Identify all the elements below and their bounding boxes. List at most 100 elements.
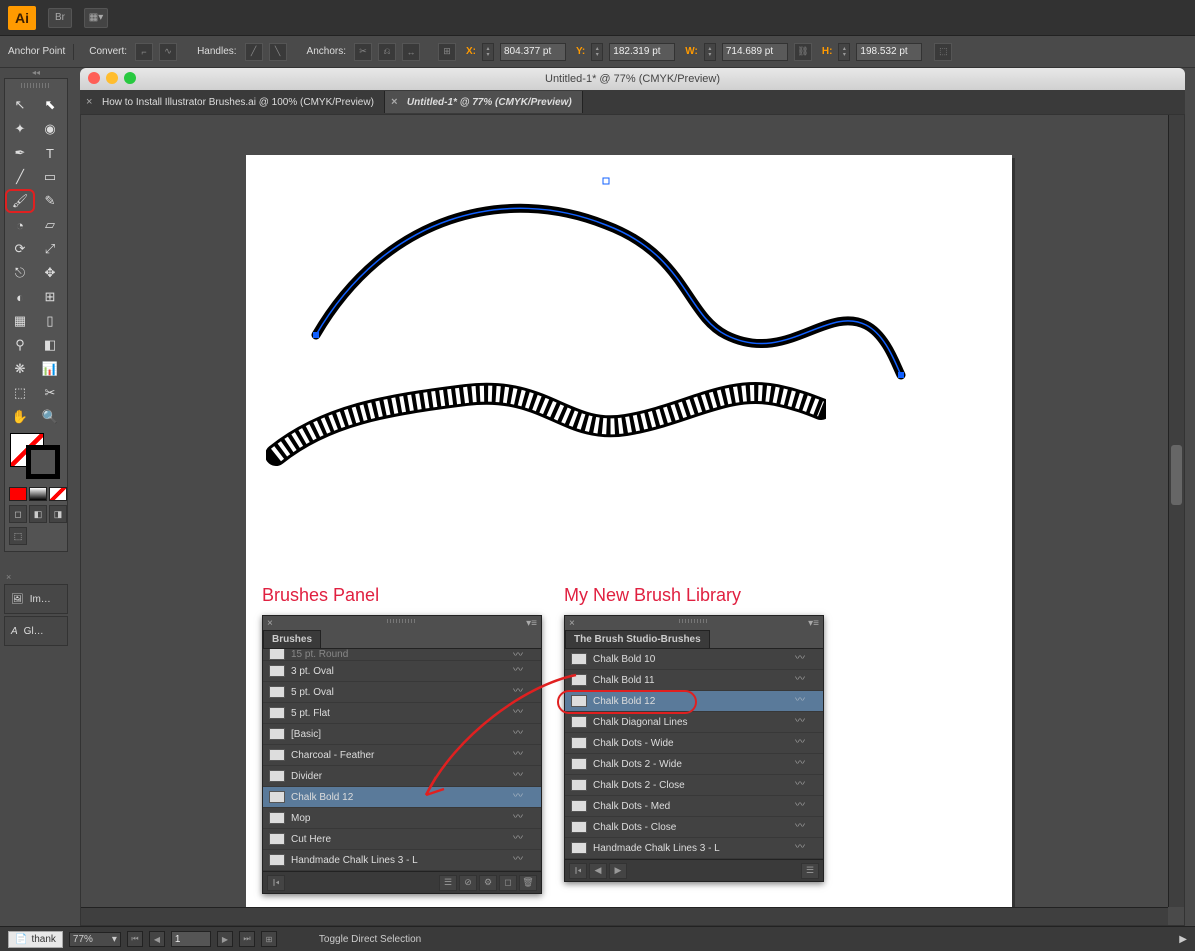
library-menu-icon[interactable]: ⫾◂ [569, 863, 587, 879]
panel-menu-icon[interactable]: ▾≡ [808, 618, 819, 629]
eraser-tool[interactable]: ▱ [35, 213, 65, 237]
handles-show-icon[interactable]: ╱ [245, 43, 263, 61]
blob-brush-tool[interactable]: ◔ [5, 213, 35, 237]
screen-mode-icon[interactable]: ⬚ [9, 527, 27, 545]
hand-tool[interactable]: ✋ [5, 405, 35, 429]
handles-hide-icon[interactable]: ╲ [269, 43, 287, 61]
rectangle-tool[interactable]: ▭ [35, 165, 65, 189]
x-input[interactable] [500, 43, 566, 61]
graph-tool[interactable]: 📊 [35, 357, 65, 381]
w-stepper[interactable] [704, 43, 716, 61]
window-controls[interactable] [88, 72, 136, 84]
brush-list-item[interactable]: Chalk Dots 2 - Wide〰 [565, 754, 823, 775]
color-mode-icon[interactable] [9, 487, 27, 501]
brush-library-panel[interactable]: × ▾≡ The Brush Studio-Brushes Chalk Bold… [564, 615, 824, 882]
list-view-icon[interactable]: ☰ [801, 863, 819, 879]
h-input[interactable] [856, 43, 922, 61]
panel-menu-icon[interactable]: ▾≡ [526, 618, 537, 629]
arrange-button[interactable]: ▦▾ [84, 8, 108, 28]
symbol-sprayer-tool[interactable]: ❋ [5, 357, 35, 381]
horizontal-scrollbar[interactable] [81, 907, 1168, 925]
library-list[interactable]: Chalk Bold 10〰Chalk Bold 11〰Chalk Bold 1… [565, 648, 823, 859]
paintbrush-tool[interactable]: 🖌 [5, 189, 35, 213]
line-tool[interactable]: ╱ [5, 165, 35, 189]
rotate-tool[interactable]: ⟳ [5, 237, 35, 261]
vertical-scrollbar[interactable] [1168, 115, 1184, 907]
library-tab[interactable]: The Brush Studio-Brushes [565, 630, 710, 648]
anchors-link-icon[interactable]: ⎌ [378, 43, 396, 61]
brush-list-item[interactable]: Handmade Chalk Lines 3 - L〰 [565, 838, 823, 859]
gradient-tool[interactable]: ▯ [35, 309, 65, 333]
eyedropper-tool[interactable]: ⚲ [5, 333, 35, 357]
brush-list-item[interactable]: Chalk Dots - Wide〰 [565, 733, 823, 754]
convert-smooth-icon[interactable]: ∿ [159, 43, 177, 61]
remove-stroke-icon[interactable]: ⊘ [459, 875, 477, 891]
brush-list-item[interactable]: Cut Here〰 [263, 829, 541, 850]
open-file-chip[interactable]: 📄thank [8, 931, 63, 948]
first-artboard-icon[interactable]: ⏮ [127, 931, 143, 947]
fill-stroke-swatches[interactable] [6, 433, 66, 481]
next-artboard-icon[interactable]: ▶ [217, 931, 233, 947]
free-transform-tool[interactable]: ✥ [35, 261, 65, 285]
panel-grip[interactable] [263, 616, 541, 626]
anchors-connect-icon[interactable]: ↔ [402, 43, 420, 61]
brush-list-item[interactable]: Chalk Diagonal Lines〰 [565, 712, 823, 733]
magic-wand-tool[interactable]: ✦ [5, 117, 35, 141]
artboard-nav-icon[interactable]: ⊞ [261, 931, 277, 947]
blend-tool[interactable]: ◧ [35, 333, 65, 357]
options-icon[interactable]: ⚙ [479, 875, 497, 891]
shape-mode-icon[interactable]: ⬚ [934, 43, 952, 61]
brush-list-item[interactable]: Chalk Dots - Med〰 [565, 796, 823, 817]
shape-builder-tool[interactable]: ◐ [5, 285, 35, 309]
new-brush-icon[interactable]: ◻ [499, 875, 517, 891]
pen-tool[interactable]: ✒ [5, 141, 35, 165]
gradient-mode-icon[interactable] [29, 487, 47, 501]
list-view-icon[interactable]: ☰ [439, 875, 457, 891]
reference-point-icon[interactable]: ⊞ [438, 43, 456, 61]
library-menu-icon[interactable]: ⫾◂ [267, 875, 285, 891]
draw-inside-icon[interactable]: ◨ [49, 505, 67, 523]
panel-close-icon[interactable]: × [267, 618, 273, 629]
glyphs-panel-button[interactable]: AGl… [4, 616, 68, 646]
brush-list-item[interactable]: Chalk Dots - Close〰 [565, 817, 823, 838]
close-icon[interactable] [88, 72, 100, 84]
anchors-remove-icon[interactable]: ✂ [354, 43, 372, 61]
canvas-area[interactable]: Brushes Panel My New Brush Library × ▾≡ … [80, 114, 1185, 926]
delete-brush-icon[interactable]: 🗑 [519, 875, 537, 891]
zoom-window-icon[interactable] [124, 72, 136, 84]
artboard-number-input[interactable] [171, 931, 211, 947]
brushes-tab[interactable]: Brushes [263, 630, 321, 648]
bridge-button[interactable]: Br [48, 8, 72, 28]
convert-corner-icon[interactable]: ⌐ [135, 43, 153, 61]
minimize-icon[interactable] [106, 72, 118, 84]
brush-list-item[interactable]: Handmade Chalk Lines 3 - L〰 [263, 850, 541, 871]
panel-close-icon[interactable]: × [569, 618, 575, 629]
prev-artboard-icon[interactable]: ◀ [149, 931, 165, 947]
y-input[interactable] [609, 43, 675, 61]
direct-selection-tool[interactable]: ⬉ [35, 93, 65, 117]
w-input[interactable] [722, 43, 788, 61]
h-stepper[interactable] [838, 43, 850, 61]
last-artboard-icon[interactable]: ⏭ [239, 931, 255, 947]
panel-grip[interactable] [565, 616, 823, 626]
zoom-tool[interactable]: 🔍 [35, 405, 65, 429]
draw-behind-icon[interactable]: ◧ [29, 505, 47, 523]
brush-list-item[interactable]: Chalk Bold 12〰 [565, 691, 823, 712]
pencil-tool[interactable]: ✎ [35, 189, 65, 213]
next-library-icon[interactable]: ▶ [609, 863, 627, 879]
artboard-tool[interactable]: ⬚ [5, 381, 35, 405]
slice-tool[interactable]: ✂ [35, 381, 65, 405]
x-stepper[interactable] [482, 43, 494, 61]
draw-normal-icon[interactable]: ◻ [9, 505, 27, 523]
artboard[interactable]: Brushes Panel My New Brush Library × ▾≡ … [246, 155, 1012, 921]
document-tab-2[interactable]: Untitled-1* @ 77% (CMYK/Preview) [385, 91, 583, 113]
brush-list-item[interactable]: Chalk Bold 10〰 [565, 649, 823, 670]
brush-list-item[interactable]: Chalk Bold 11〰 [565, 670, 823, 691]
none-mode-icon[interactable] [49, 487, 67, 501]
scale-tool[interactable]: ⤢ [35, 237, 65, 261]
perspective-tool[interactable]: ⊞ [35, 285, 65, 309]
brush-list-item[interactable]: Chalk Dots 2 - Close〰 [565, 775, 823, 796]
width-tool[interactable]: ⎋ [5, 261, 35, 285]
link-wh-icon[interactable]: ⛓ [794, 43, 812, 61]
image-trace-panel-button[interactable]: 🖼Im… [4, 584, 68, 614]
